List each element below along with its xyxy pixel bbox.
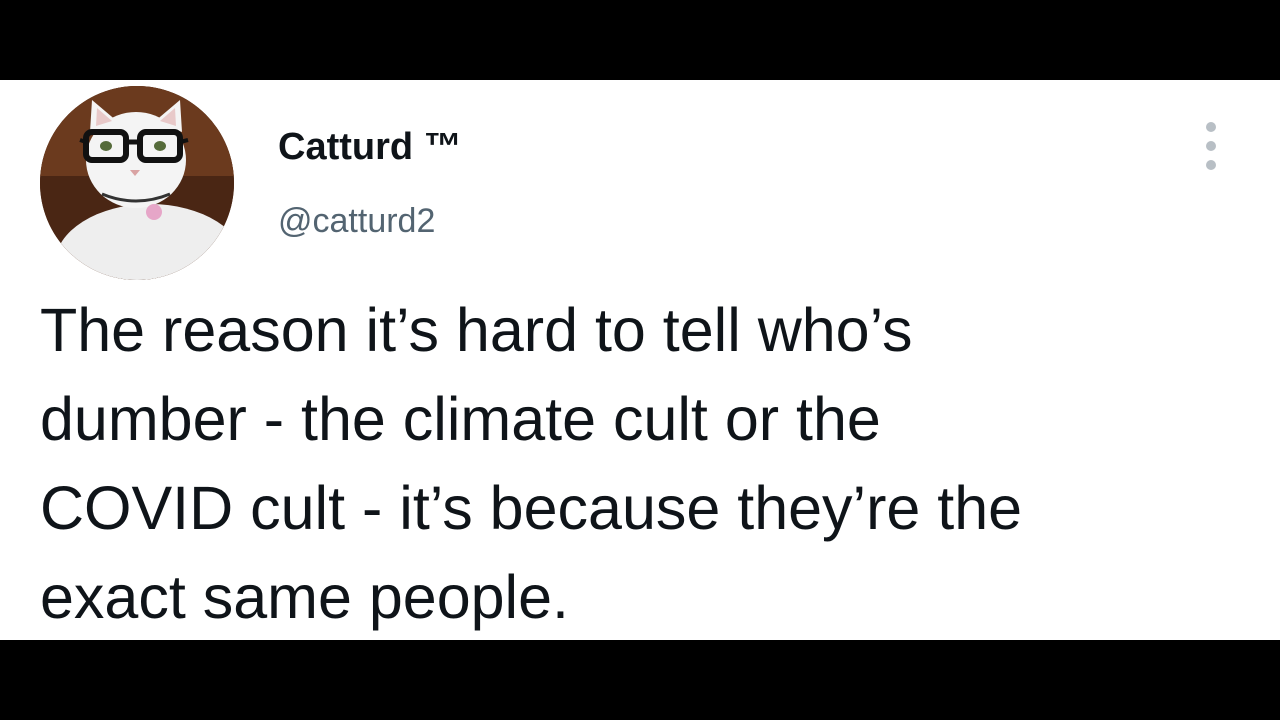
tweet-card: Catturd ™ @catturd2 The reason it’s hard…	[0, 80, 1280, 640]
author-handle[interactable]: @catturd2	[278, 200, 435, 242]
more-options-button[interactable]	[1196, 118, 1226, 174]
tweet-text-line: COVID cult - it’s because they’re the	[40, 474, 1023, 542]
letterbox-bottom	[0, 640, 1280, 720]
tweet-text-line: dumber - the climate cult or the	[40, 385, 881, 453]
avatar[interactable]	[40, 86, 234, 280]
tweet-text: The reason it’s hard to tell who’s dumbe…	[40, 286, 1250, 640]
author-display-name[interactable]: Catturd ™	[278, 124, 462, 170]
letterbox-top	[0, 0, 1280, 80]
more-options-vertical-dots-icon	[1206, 122, 1216, 132]
tweet-text-line: The reason it’s hard to tell who’s	[40, 296, 913, 364]
more-options-vertical-dots-icon	[1206, 141, 1216, 151]
cat-with-glasses-avatar-icon	[40, 86, 234, 280]
more-options-vertical-dots-icon	[1206, 160, 1216, 170]
tweet-text-line: exact same people.	[40, 563, 569, 631]
